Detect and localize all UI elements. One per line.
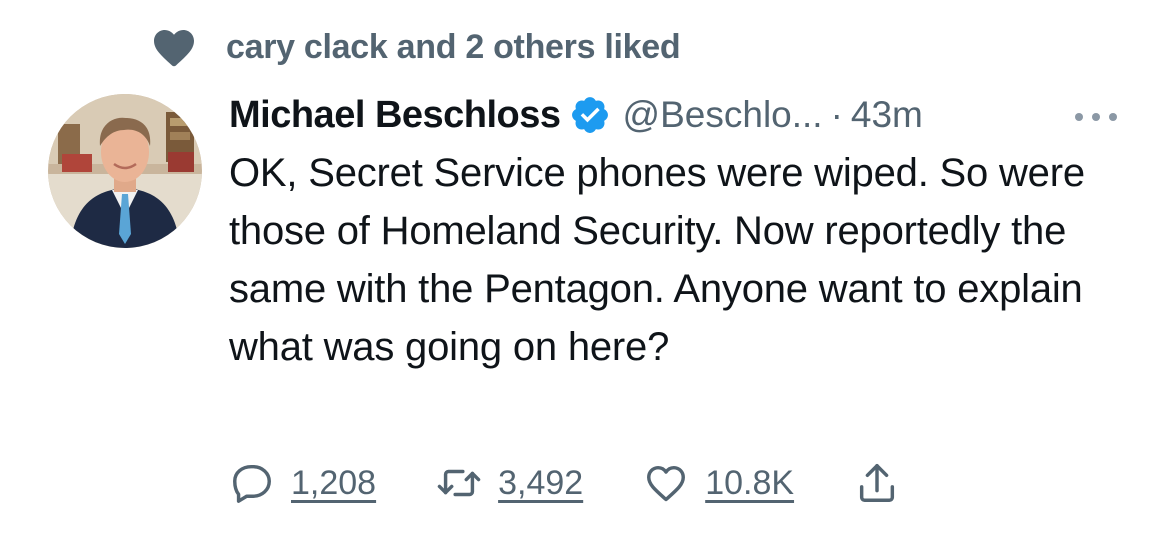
retweet-button[interactable]: 3,492: [436, 460, 583, 506]
social-context-text: cary clack and 2 others liked: [226, 27, 681, 66]
retweet-icon: [437, 469, 481, 497]
reply-count[interactable]: 1,208: [291, 464, 376, 503]
reply-button[interactable]: 1,208: [229, 460, 376, 506]
tweet-text: OK, Secret Service phones were wiped. So…: [229, 151, 1085, 369]
more-options-icon[interactable]: [1071, 108, 1121, 126]
heart-icon: [154, 30, 194, 67]
share-icon: [859, 464, 895, 502]
tweet-header: Michael Beschloss @Beschlo... · 43m: [229, 88, 1129, 142]
reply-icon: [233, 464, 271, 503]
like-button[interactable]: 10.8K: [643, 460, 794, 506]
avatar-image: [48, 94, 202, 248]
tweet[interactable]: Michael Beschloss @Beschlo... · 43m OK, …: [229, 88, 1129, 376]
share-button[interactable]: [854, 460, 900, 506]
like-count[interactable]: 10.8K: [705, 464, 794, 503]
author-handle[interactable]: @Beschlo...: [623, 94, 823, 136]
retweet-count[interactable]: 3,492: [498, 464, 583, 503]
tweet-time[interactable]: 43m: [851, 94, 923, 136]
like-heart-icon: [647, 465, 686, 502]
verified-badge-icon: [571, 97, 608, 133]
social-context[interactable]: cary clack and 2 others liked: [150, 22, 681, 72]
tweet-actions: 1,208 3,492 10.8K: [229, 455, 989, 511]
avatar[interactable]: [48, 94, 202, 248]
separator-dot: ·: [830, 94, 843, 135]
author-name[interactable]: Michael Beschloss: [229, 94, 561, 137]
